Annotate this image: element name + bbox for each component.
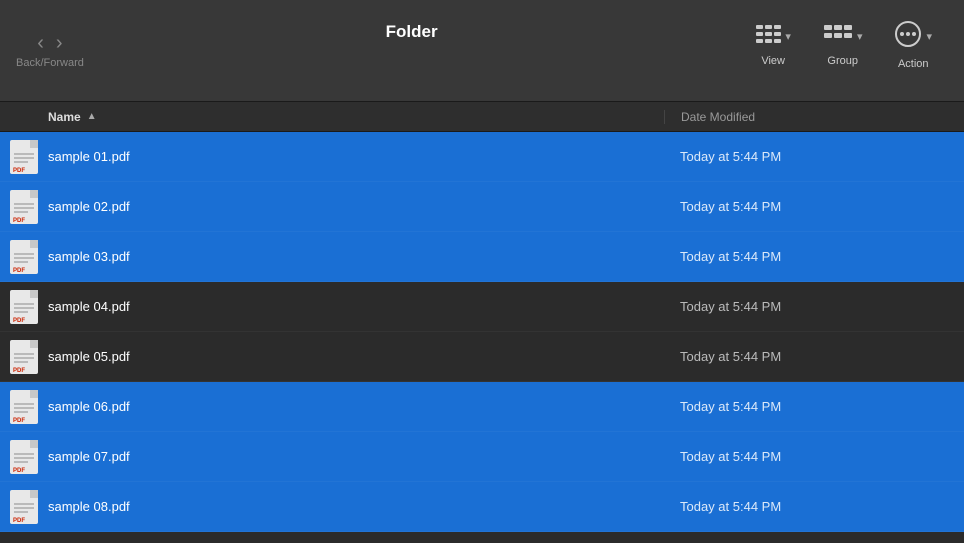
action-label: Action: [898, 58, 929, 70]
file-list: PDF sample 01.pdfToday at 5:44 PM PDF sa…: [0, 132, 964, 543]
forward-button[interactable]: ›: [54, 32, 65, 55]
svg-text:PDF: PDF: [13, 368, 25, 374]
svg-text:PDF: PDF: [13, 518, 25, 524]
svg-text:PDF: PDF: [13, 318, 25, 324]
svg-text:PDF: PDF: [13, 268, 25, 274]
svg-text:PDF: PDF: [13, 418, 25, 424]
file-name: sample 08.pdf: [48, 499, 664, 514]
table-row[interactable]: PDF sample 02.pdfToday at 5:44 PM: [0, 182, 964, 232]
file-date: Today at 5:44 PM: [664, 499, 964, 514]
file-icon: PDF: [0, 240, 48, 274]
sort-icon: ▲: [87, 111, 97, 122]
file-name: sample 02.pdf: [48, 199, 664, 214]
toolbar: ‹ › Back/Forward Folder: [0, 0, 964, 102]
file-date: Today at 5:44 PM: [664, 399, 964, 414]
table-row[interactable]: PDF sample 01.pdfToday at 5:44 PM: [0, 132, 964, 182]
name-column-header[interactable]: Name: [48, 110, 81, 124]
svg-text:PDF: PDF: [13, 218, 25, 224]
back-forward-group: ‹ › Back/Forward: [16, 32, 84, 69]
file-icon: PDF: [0, 340, 48, 374]
table-row[interactable]: PDF sample 08.pdfToday at 5:44 PM: [0, 482, 964, 532]
file-icon: PDF: [0, 190, 48, 224]
folder-title: Folder: [386, 22, 438, 42]
file-icon: PDF: [0, 290, 48, 324]
file-icon: PDF: [0, 490, 48, 524]
file-name: sample 04.pdf: [48, 299, 664, 314]
file-date: Today at 5:44 PM: [664, 149, 964, 164]
back-forward-label: Back/Forward: [16, 57, 84, 69]
file-date: Today at 5:44 PM: [664, 349, 964, 364]
column-header: Name ▲ Date Modified: [0, 102, 964, 132]
file-date: Today at 5:44 PM: [664, 199, 964, 214]
action-tool: ▾ Action: [878, 20, 948, 82]
file-date: Today at 5:44 PM: [664, 449, 964, 464]
back-button[interactable]: ‹: [35, 32, 46, 55]
file-date: Today at 5:44 PM: [664, 299, 964, 314]
file-icon: PDF: [0, 440, 48, 474]
group-label: Group: [827, 55, 858, 67]
view-icon: [755, 23, 781, 51]
file-icon: PDF: [0, 140, 48, 174]
table-row[interactable]: PDF sample 05.pdfToday at 5:44 PM: [0, 332, 964, 382]
file-date: Today at 5:44 PM: [664, 249, 964, 264]
table-row[interactable]: PDF sample 06.pdfToday at 5:44 PM: [0, 382, 964, 432]
table-row[interactable]: PDF sample 03.pdfToday at 5:44 PM: [0, 232, 964, 282]
view-chevron-icon: ▾: [785, 30, 791, 43]
svg-text:PDF: PDF: [13, 468, 25, 474]
group-icon: [823, 23, 853, 51]
date-column-header[interactable]: Date Modified: [681, 110, 755, 124]
group-chevron-icon: ▾: [857, 30, 863, 43]
action-chevron-icon: ▾: [926, 30, 932, 43]
file-name: sample 03.pdf: [48, 249, 664, 264]
view-label: View: [761, 55, 785, 67]
file-name: sample 07.pdf: [48, 449, 664, 464]
action-icon: [894, 20, 922, 54]
table-row[interactable]: PDF sample 04.pdfToday at 5:44 PM: [0, 282, 964, 332]
file-icon: PDF: [0, 390, 48, 424]
table-row[interactable]: PDF sample 07.pdfToday at 5:44 PM: [0, 432, 964, 482]
file-name: sample 05.pdf: [48, 349, 664, 364]
group-tool: ▾ Group: [807, 23, 879, 79]
view-tool: ▾ View: [739, 23, 807, 79]
svg-text:PDF: PDF: [13, 168, 25, 174]
file-name: sample 01.pdf: [48, 149, 664, 164]
file-name: sample 06.pdf: [48, 399, 664, 414]
